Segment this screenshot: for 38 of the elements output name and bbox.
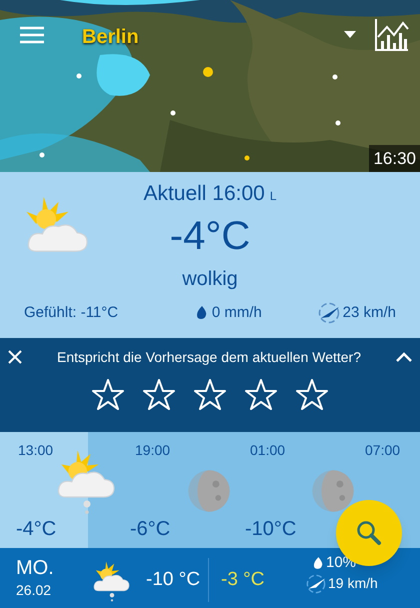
star-icon[interactable] (193, 378, 227, 411)
current-heading: Aktuell 16:00 (143, 181, 265, 207)
star-icon[interactable] (244, 378, 278, 411)
collapse-icon[interactable] (396, 352, 412, 362)
current-temperature: -4°C (170, 212, 250, 260)
weather-condition: wolkig (182, 266, 238, 292)
low-temperature: -10 °C (146, 568, 200, 592)
hour-time: 19:00 (135, 441, 170, 460)
wind-speed: 23 km/h (342, 302, 396, 322)
chart-icon[interactable] (375, 19, 409, 51)
moon-icon (186, 468, 232, 514)
time-zone-mark: L (270, 188, 277, 205)
raindrop-icon (196, 306, 207, 320)
star-icon[interactable] (91, 378, 125, 411)
moon-icon (310, 468, 356, 514)
dropdown-arrow-icon[interactable] (344, 31, 356, 38)
close-icon[interactable] (8, 350, 22, 364)
map-time: 16:30 (369, 144, 420, 172)
rating-question: Entspricht die Vorhersage dem aktuellen Wetter? (56, 348, 362, 367)
day-name: MO. (16, 556, 54, 580)
hour-temperature: -10°C (245, 517, 296, 542)
search-icon (356, 520, 382, 546)
hour-time: 13:00 (18, 441, 54, 460)
day-wind-speed: 19 km/h (328, 574, 378, 593)
hour-temperature: -4°C (16, 517, 56, 542)
hour-temperature: -6°C (130, 517, 170, 542)
raindrop-icon (313, 557, 323, 570)
star-icon[interactable] (142, 378, 176, 411)
menu-icon[interactable] (20, 26, 44, 44)
star-icon[interactable] (295, 378, 329, 411)
hour-time: 07:00 (365, 441, 400, 460)
day-date: 26.02 (16, 582, 52, 598)
precipitation-value: 0 mm/h (212, 302, 262, 322)
hour-time: 01:00 (250, 441, 286, 460)
high-temperature: -3 °C (221, 568, 264, 592)
feels-like-temperature: Gefühlt: -11°C (24, 302, 118, 322)
wind-direction-icon (306, 574, 326, 594)
wind-direction-icon (318, 302, 340, 324)
